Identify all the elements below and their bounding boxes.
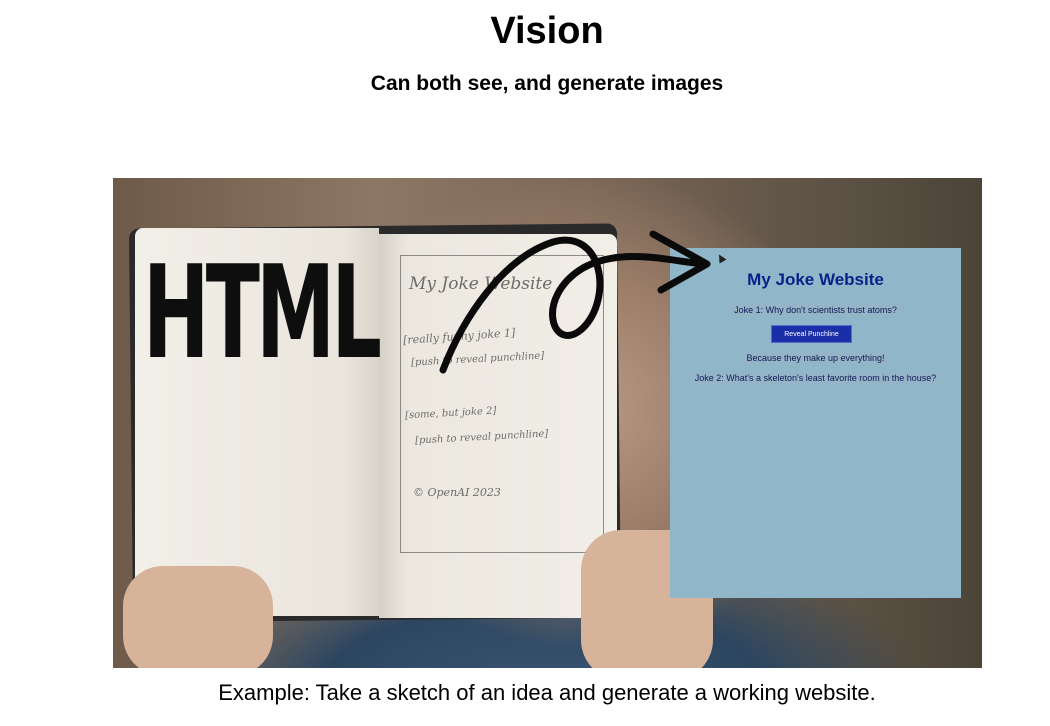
slide-title: Vision <box>490 10 604 52</box>
arrow-icon <box>439 230 711 374</box>
slide-caption: Example: Take a sketch of an idea and ge… <box>218 680 876 705</box>
demo-photo: My Joke Website [really funny joke 1] [p… <box>113 178 982 668</box>
slide-subtitle: Can both see, and generate images <box>370 72 724 95</box>
